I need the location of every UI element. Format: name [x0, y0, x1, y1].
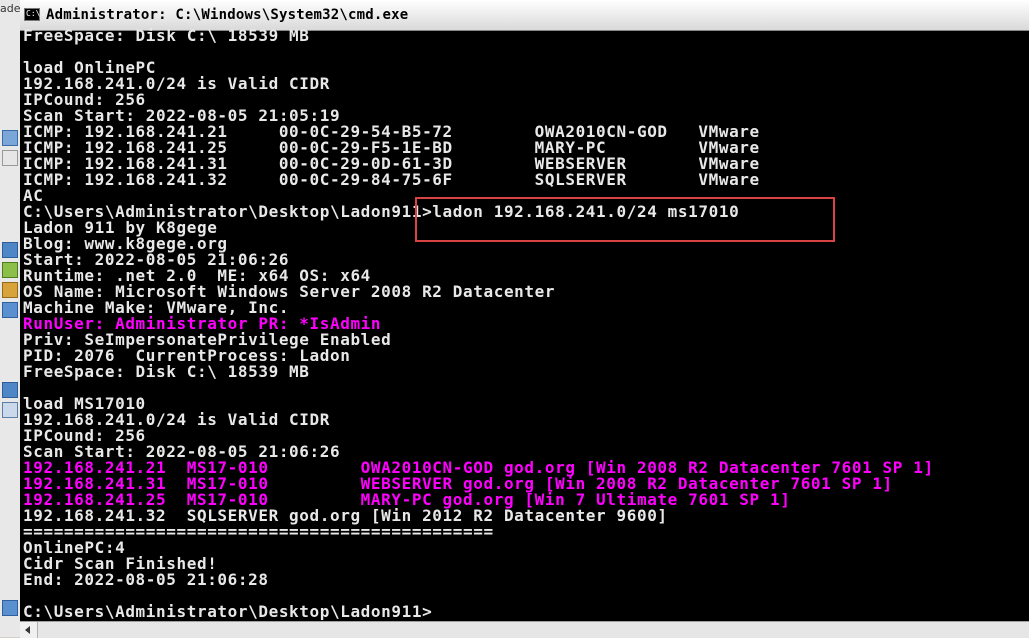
- horizontal-scrollbar[interactable]: [20, 621, 1029, 638]
- cmd-window[interactable]: C:\. Administrator: C:\Windows\System32\…: [20, 0, 1029, 638]
- desktop-shortcut-icon[interactable]: [2, 302, 18, 318]
- cmd-icon-text: C:\.: [26, 9, 46, 18]
- desktop-partial-text: ade: [0, 2, 21, 15]
- desktop-shortcut-icon[interactable]: [2, 130, 18, 146]
- console-line: C:\Users\Administrator\Desktop\Ladon911>: [23, 602, 433, 620]
- console-line: ========================================…: [23, 522, 494, 541]
- console-line: FreeSpace: Disk C:\ 18539 MB: [23, 362, 310, 381]
- desktop-shortcut-icon[interactable]: [2, 242, 18, 258]
- console-line: 192.168.241.0/24 is Valid CIDR: [23, 410, 330, 429]
- desktop-shortcut-icon[interactable]: [2, 262, 18, 278]
- cmd-icon: C:\.: [24, 8, 45, 21]
- console-line: End: 2022-08-05 21:06:28: [23, 570, 269, 589]
- desktop-shortcut-icon[interactable]: [2, 382, 18, 398]
- desktop-shortcut-icon[interactable]: [2, 600, 18, 616]
- desktop-shortcut-icon[interactable]: [2, 282, 18, 298]
- command-highlight-box: [415, 197, 835, 242]
- window-title: Administrator: C:\Windows\System32\cmd.e…: [46, 7, 409, 23]
- desktop-strip: ade: [0, 0, 21, 637]
- scroll-left-arrow-icon[interactable]: [20, 622, 38, 638]
- console-output[interactable]: FreeSpace: Disk C:\ 18539 MB load OnlineP…: [23, 28, 1029, 620]
- console-line: ICMP: 192.168.241.32 00-0C-29-84-75-6F S…: [23, 170, 760, 189]
- desktop-shortcut-icon[interactable]: [2, 402, 18, 418]
- desktop-shortcut-icon[interactable]: [2, 150, 18, 166]
- title-bar[interactable]: C:\. Administrator: C:\Windows\System32\…: [20, 0, 1029, 31]
- console-line: FreeSpace: Disk C:\ 18539 MB: [23, 28, 310, 45]
- console-line: 192.168.241.0/24 is Valid CIDR: [23, 74, 330, 93]
